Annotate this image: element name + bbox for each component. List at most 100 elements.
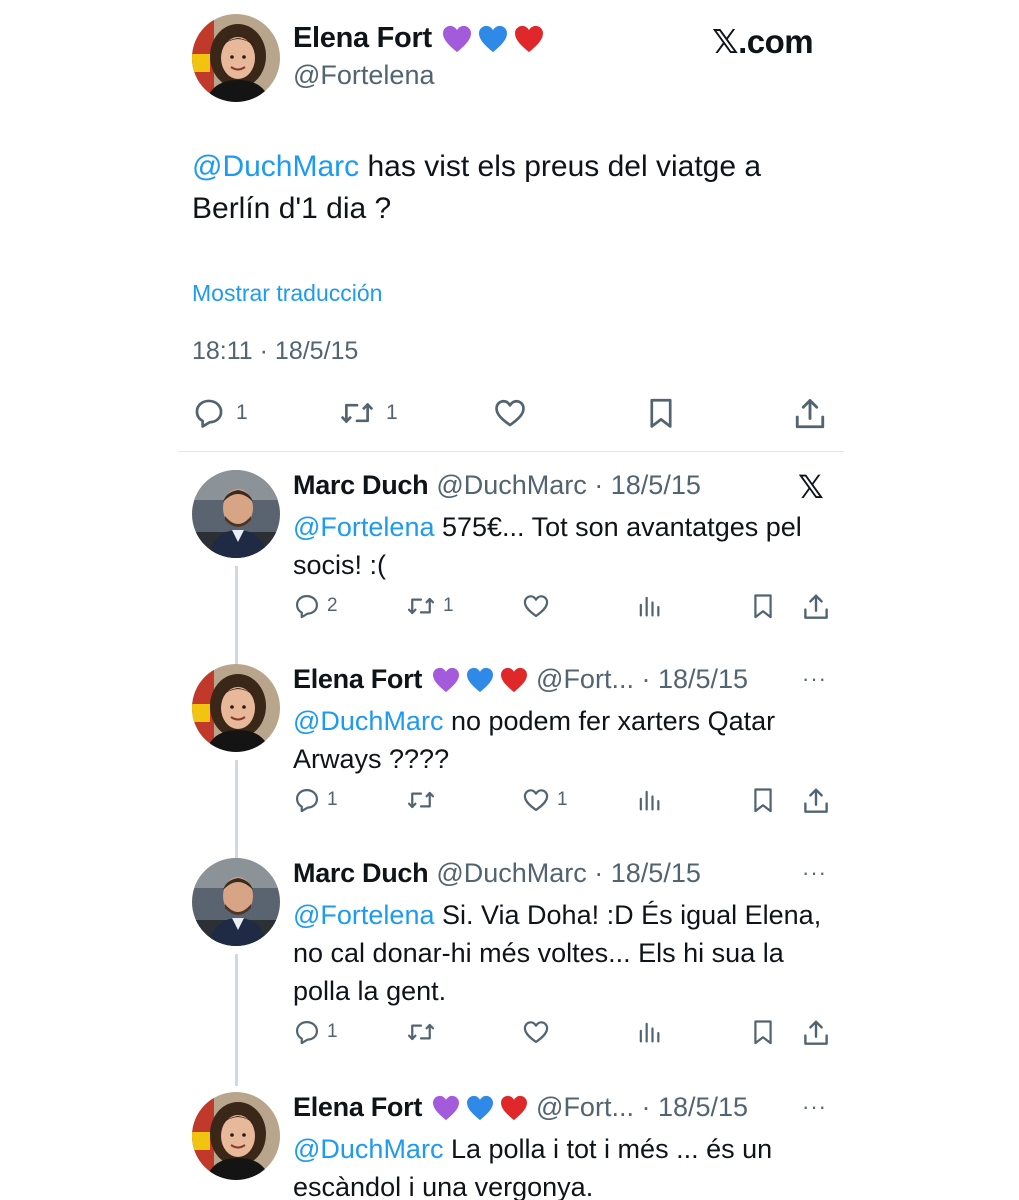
views-icon [635,1018,663,1046]
like-button[interactable] [521,592,551,620]
blue-heart-icon [478,25,508,53]
like-button[interactable] [521,1018,551,1046]
author-handle[interactable]: @DuchMarc · 18/5/15 [436,858,701,889]
bookmark-button[interactable] [749,592,777,620]
avatar[interactable] [192,470,280,558]
reply-count: 1 [327,1021,338,1042]
author-name-text[interactable]: Elena Fort [293,22,432,55]
like-icon [521,592,551,620]
translate-link[interactable]: Mostrar traducción [192,280,382,307]
reply-button[interactable]: 1 [293,1018,338,1046]
mention-link[interactable]: @DuchMarc [293,706,443,736]
like-icon [521,1018,551,1046]
red-heart-icon [500,1095,528,1121]
retweet-button[interactable]: 1 [405,592,454,620]
retweet-button[interactable] [405,786,437,814]
reply-icon [293,1018,321,1046]
retweet-button[interactable] [405,1018,437,1046]
tweet-text: @DuchMarc has vist els preus del viatge … [192,146,822,230]
like-icon [492,396,528,430]
reply-icon [293,592,321,620]
bookmark-icon [749,592,777,620]
reply-count: 2 [327,595,338,616]
reply-button[interactable]: 1 [192,396,248,430]
tweet-actions: 1 [293,1018,833,1052]
retweet-icon [338,396,376,430]
reply-header: Marc Duch @DuchMarc · 18/5/15 [293,470,701,501]
reply-tweet[interactable]: Elena Fort @Fort... · 18/5/15 ··· @DuchM… [192,664,842,824]
red-heart-icon [500,667,528,693]
author-name[interactable]: Marc Duch [293,858,429,889]
views-button[interactable] [635,786,663,814]
tweet-actions: 2 1 [293,592,833,626]
reply-icon [192,396,226,430]
emoji-hearts [432,667,528,693]
avatar[interactable] [192,1092,280,1180]
purple-heart-icon [432,667,460,693]
tweet-text: @DuchMarc no podem fer xarters Qatar Arw… [293,702,833,778]
retweet-icon [405,1018,437,1046]
more-options-icon[interactable]: ··· [802,860,827,886]
brand-logo: 𝕏.com [712,23,814,60]
author-handle[interactable]: @DuchMarc · 18/5/15 [436,470,701,501]
author-handle[interactable]: @Fort... · 18/5/15 [536,664,748,695]
bookmark-icon [749,1018,777,1046]
blue-heart-icon [466,1095,494,1121]
mention-link[interactable]: @Fortelena [293,900,434,930]
mention-link[interactable]: @DuchMarc [293,1134,443,1164]
author-handle[interactable]: @Fortelena [293,60,434,91]
reply-count: 1 [327,789,338,810]
author-handle[interactable]: @Fort... · 18/5/15 [536,1092,748,1123]
author-name[interactable]: Elena Fort [293,22,544,55]
bookmark-button[interactable] [644,396,678,430]
red-heart-icon [514,25,544,53]
bookmark-button[interactable] [749,786,777,814]
reply-header: Elena Fort @Fort... · 18/5/15 [293,1092,748,1123]
author-name[interactable]: Marc Duch [293,470,429,501]
bookmark-button[interactable] [749,1018,777,1046]
like-count: 1 [557,789,568,810]
main-tweet: Elena Fort @Fortelena 𝕏.com @DuchMarc ha… [192,0,842,452]
emoji-hearts [432,1095,528,1121]
retweet-icon [405,786,437,814]
retweet-button[interactable]: 1 [338,396,398,430]
tweet-timestamp[interactable]: 18:11 · 18/5/15 [192,337,358,366]
share-button[interactable] [792,396,828,432]
more-options-icon[interactable]: ··· [802,666,827,692]
reply-tweet[interactable]: Marc Duch @DuchMarc · 18/5/15 𝕏 @Fortele… [192,469,842,630]
share-button[interactable] [801,786,831,816]
avatar[interactable] [192,858,280,946]
author-name[interactable]: Elena Fort [293,1092,422,1123]
views-icon [635,592,663,620]
author-name[interactable]: Elena Fort [293,664,422,695]
share-button[interactable] [801,1018,831,1048]
reply-button[interactable]: 1 [293,786,338,814]
views-button[interactable] [635,592,663,620]
share-icon [792,396,828,432]
like-icon [521,786,551,814]
avatar[interactable] [192,664,280,752]
reply-icon [293,786,321,814]
divider [178,451,844,452]
reply-button[interactable]: 2 [293,592,338,620]
mention-link[interactable]: @DuchMarc [192,150,359,183]
tweet-text: @DuchMarc La polla i tot i més ... és un… [293,1130,833,1200]
bookmark-icon [644,396,678,430]
purple-heart-icon [432,1095,460,1121]
more-options-icon[interactable]: ··· [802,1094,827,1120]
mention-link[interactable]: @Fortelena [293,512,434,542]
reply-header: Elena Fort @Fort... · 18/5/15 [293,664,748,695]
share-icon [801,786,831,816]
avatar[interactable] [192,14,280,102]
retweet-count: 1 [386,401,398,424]
like-button[interactable] [492,396,528,430]
share-button[interactable] [801,592,831,622]
like-button[interactable]: 1 [521,786,568,814]
views-button[interactable] [635,1018,663,1046]
reply-count: 1 [236,401,248,424]
tweet-text: @Fortelena Si. Via Doha! :D És igual Ele… [293,896,833,1010]
bookmark-icon [749,786,777,814]
reply-tweet[interactable]: Marc Duch @DuchMarc · 18/5/15 ··· @Forte… [192,858,842,1058]
reply-tweet[interactable]: Elena Fort @Fort... · 18/5/15 ··· @DuchM… [192,1092,842,1200]
retweet-count: 1 [443,595,454,616]
